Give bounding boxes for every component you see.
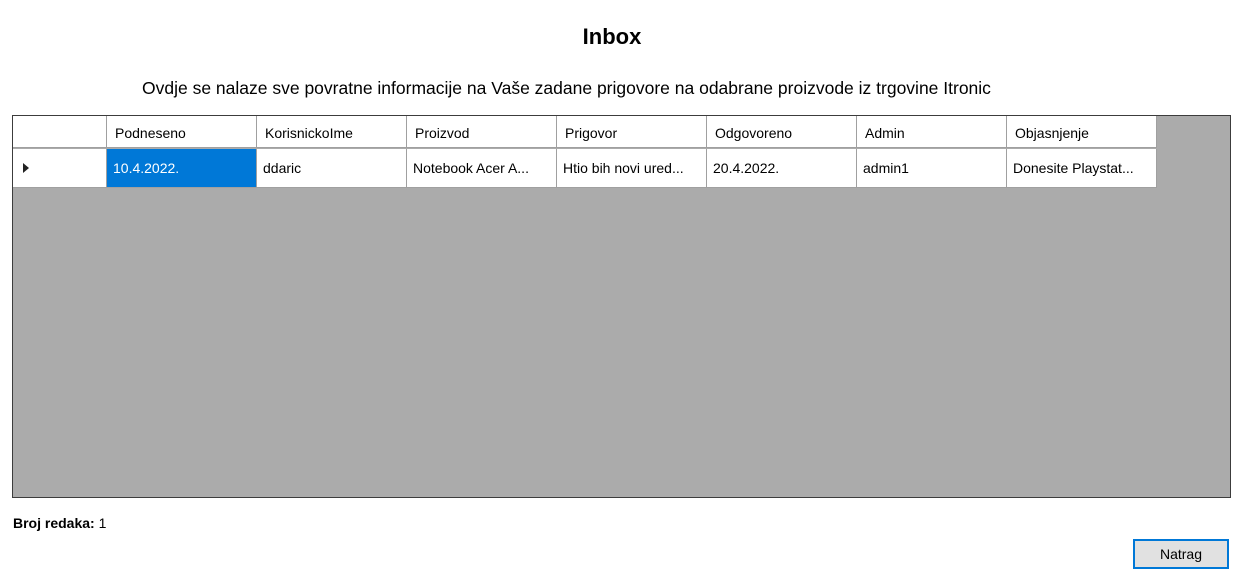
column-header-korisnickoime[interactable]: KorisnickoIme <box>257 116 407 148</box>
inbox-window: Inbox Ovdje se nalaze sve povratne infor… <box>0 0 1242 584</box>
column-header-odgovoreno[interactable]: Odgovoreno <box>707 116 857 148</box>
column-header-objasnjenje[interactable]: Objasnjenje <box>1007 116 1157 148</box>
page-subtitle: Ovdje se nalaze sve povratne informacije… <box>142 78 991 98</box>
row-pointer-icon <box>23 163 29 173</box>
cell-objasnjenje[interactable]: Donesite Playstat... <box>1007 149 1157 188</box>
column-header-prigovor[interactable]: Prigovor <box>557 116 707 148</box>
column-header-proizvod[interactable]: Proizvod <box>407 116 557 148</box>
inbox-data-grid[interactable]: Podneseno KorisnickoIme Proizvod Prigovo… <box>12 115 1231 498</box>
cell-proizvod[interactable]: Notebook Acer A... <box>407 149 557 188</box>
column-header-admin[interactable]: Admin <box>857 116 1007 148</box>
cell-podneseno[interactable]: 10.4.2022. <box>107 149 257 188</box>
grid-corner-header[interactable] <box>13 116 107 148</box>
page-title: Inbox <box>582 24 642 49</box>
row-count-label: Broj redaka: <box>13 515 95 531</box>
cell-korisnickoime[interactable]: ddaric <box>257 149 407 188</box>
cell-admin[interactable]: admin1 <box>857 149 1007 188</box>
table-row[interactable]: 10.4.2022. ddaric Notebook Acer A... Hti… <box>13 149 1157 188</box>
back-button[interactable]: Natrag <box>1133 539 1229 569</box>
row-count-value: 1 <box>98 515 107 531</box>
cell-odgovoreno[interactable]: 20.4.2022. <box>707 149 857 188</box>
grid-header-row: Podneseno KorisnickoIme Proizvod Prigovo… <box>13 116 1157 148</box>
row-count: Broj redaka: 1 <box>13 513 106 533</box>
column-header-podneseno[interactable]: Podneseno <box>107 116 257 148</box>
cell-prigovor[interactable]: Htio bih novi ured... <box>557 149 707 188</box>
row-header[interactable] <box>13 149 107 188</box>
